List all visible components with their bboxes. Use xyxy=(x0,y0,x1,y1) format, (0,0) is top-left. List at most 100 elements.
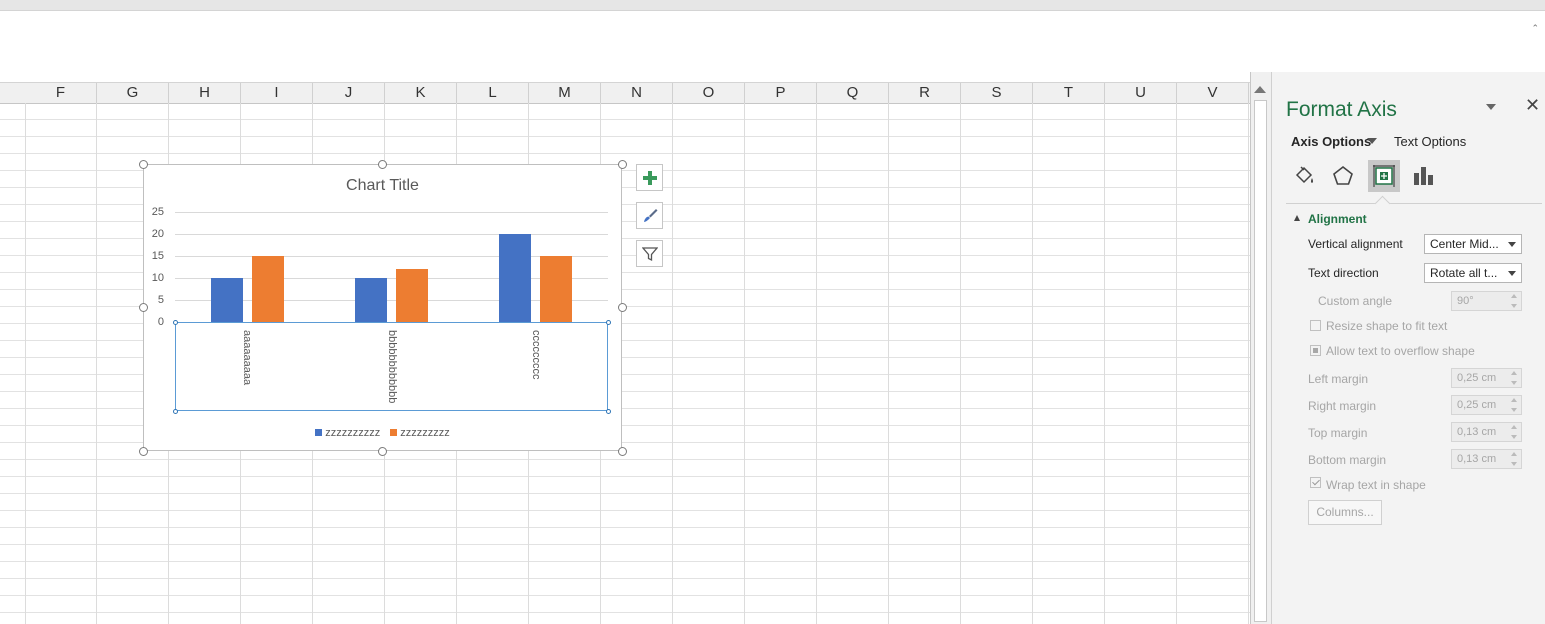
column-header-m[interactable]: M xyxy=(529,83,601,103)
expand-formula-bar-icon[interactable]: ⌃ xyxy=(1531,23,1539,34)
spin-down-icon[interactable] xyxy=(1511,435,1517,439)
bar-2-ccccccccc[interactable] xyxy=(540,256,572,322)
axis-options-dropdown-icon[interactable] xyxy=(1367,138,1377,144)
size-properties-tab[interactable] xyxy=(1368,160,1400,192)
wrap-text-checkbox[interactable] xyxy=(1310,477,1321,488)
left-margin-value: 0,25 cm xyxy=(1457,372,1497,384)
section-alignment[interactable]: Alignment xyxy=(1308,212,1367,226)
top-margin-stepper[interactable]: 0,13 cm xyxy=(1451,422,1522,442)
column-header-r[interactable]: R xyxy=(889,83,961,103)
axis-selection-handle[interactable] xyxy=(606,320,611,325)
right-margin-value: 0,25 cm xyxy=(1457,399,1497,411)
column-header-h[interactable]: H xyxy=(169,83,241,103)
effects-tab[interactable] xyxy=(1327,160,1359,192)
tab-text-options[interactable]: Text Options xyxy=(1394,134,1466,149)
resize-handle-bottom[interactable] xyxy=(378,447,387,456)
bar-2-bbbbbbbbbbbb[interactable] xyxy=(396,269,428,322)
category-label[interactable]: ccccccccc xyxy=(529,330,543,380)
column-header-f[interactable]: F xyxy=(25,83,97,103)
bar-1-ccccccccc[interactable] xyxy=(499,234,531,322)
axis-options-tab[interactable] xyxy=(1407,160,1439,192)
spin-down-icon[interactable] xyxy=(1511,462,1517,466)
resize-handle-bottom-right[interactable] xyxy=(618,447,627,456)
bar-1-aaaaaaaaa[interactable] xyxy=(211,278,243,322)
custom-angle-stepper[interactable]: 90° xyxy=(1451,291,1522,311)
spin-up-icon[interactable] xyxy=(1511,425,1517,429)
allow-overflow-checkbox[interactable] xyxy=(1310,345,1321,356)
chart-styles-button[interactable] xyxy=(636,202,663,229)
text-direction-dropdown[interactable]: Rotate all t... xyxy=(1424,263,1522,283)
column-header-p[interactable]: P xyxy=(745,83,817,103)
column-header-v[interactable]: V xyxy=(1177,83,1249,103)
legend-item[interactable]: zzzzzzzzz xyxy=(390,427,450,439)
chart-legend[interactable]: zzzzzzzzzz zzzzzzzzz xyxy=(144,427,621,439)
brush-icon xyxy=(643,208,657,222)
top-margin-label: Top margin xyxy=(1308,426,1368,440)
column-header-o[interactable]: O xyxy=(673,83,745,103)
y-tick-label[interactable]: 15 xyxy=(144,250,164,262)
vertical-alignment-dropdown[interactable]: Center Mid... xyxy=(1424,234,1522,254)
resize-shape-checkbox[interactable] xyxy=(1310,320,1321,331)
axis-selection-handle[interactable] xyxy=(606,409,611,414)
pane-title: Format Axis xyxy=(1286,98,1397,121)
spin-up-icon[interactable] xyxy=(1511,294,1517,298)
funnel-icon xyxy=(641,246,658,261)
category-label[interactable]: aaaaaaaaa xyxy=(240,330,254,385)
column-header-j[interactable]: J xyxy=(313,83,385,103)
pentagon-icon xyxy=(1333,165,1353,185)
left-margin-stepper[interactable]: 0,25 cm xyxy=(1451,368,1522,388)
vertical-scrollbar[interactable] xyxy=(1250,72,1272,624)
bar-2-aaaaaaaaa[interactable] xyxy=(252,256,284,322)
legend-swatch xyxy=(390,429,398,436)
legend-item[interactable]: zzzzzzzzzz xyxy=(315,427,380,439)
pane-divider xyxy=(1286,203,1542,204)
fill-line-tab[interactable] xyxy=(1288,160,1320,192)
y-tick-label[interactable]: 20 xyxy=(144,228,164,240)
resize-handle-top-right[interactable] xyxy=(618,160,627,169)
column-header-k[interactable]: K xyxy=(385,83,457,103)
spin-down-icon[interactable] xyxy=(1511,304,1517,308)
column-header-l[interactable]: L xyxy=(457,83,529,103)
pane-options-chevron-icon[interactable] xyxy=(1486,104,1496,110)
axis-selection-handle[interactable] xyxy=(173,409,178,414)
resize-handle-top[interactable] xyxy=(378,160,387,169)
column-header-u[interactable]: U xyxy=(1105,83,1177,103)
chart-filters-button[interactable] xyxy=(636,240,663,267)
spin-up-icon[interactable] xyxy=(1511,398,1517,402)
legend-label: zzzzzzzzz xyxy=(400,427,450,439)
column-header-i[interactable]: I xyxy=(241,83,313,103)
left-margin-label: Left margin xyxy=(1308,372,1369,386)
bottom-margin-stepper[interactable]: 0,13 cm xyxy=(1451,449,1522,469)
collapse-section-icon[interactable] xyxy=(1294,215,1300,221)
y-tick-label[interactable]: 25 xyxy=(144,206,164,218)
resize-handle-bottom-left[interactable] xyxy=(139,447,148,456)
spin-down-icon[interactable] xyxy=(1511,381,1517,385)
scrollbar-thumb[interactable] xyxy=(1254,100,1267,622)
scroll-up-icon[interactable] xyxy=(1254,86,1266,93)
axis-selection-handle[interactable] xyxy=(173,320,178,325)
close-icon[interactable]: ✕ xyxy=(1525,96,1540,114)
formula-bar[interactable]: ⌃ xyxy=(0,11,1545,73)
resize-handle-top-left[interactable] xyxy=(139,160,148,169)
resize-handle-right[interactable] xyxy=(618,303,627,312)
spin-up-icon[interactable] xyxy=(1511,452,1517,456)
y-tick-label[interactable]: 10 xyxy=(144,272,164,284)
right-margin-stepper[interactable]: 0,25 cm xyxy=(1451,395,1522,415)
column-header-n[interactable]: N xyxy=(601,83,673,103)
column-header-g[interactable]: G xyxy=(97,83,169,103)
column-header-t[interactable]: T xyxy=(1033,83,1105,103)
columns-button[interactable]: Columns... xyxy=(1308,500,1382,525)
resize-handle-left[interactable] xyxy=(139,303,148,312)
plot-area[interactable]: 0 5 10 15 20 25 aaaaaaaaa bbbbbbbbbbbb ccccccccc xyxy=(144,165,621,450)
chart-elements-button[interactable] xyxy=(636,164,663,191)
category-label[interactable]: bbbbbbbbbbbb xyxy=(385,330,399,403)
chart-object[interactable]: Chart Title 0 5 10 15 20 25 aaaaaaaaa bbbbbbbbb… xyxy=(143,164,622,451)
y-tick-label[interactable]: 0 xyxy=(144,316,164,328)
spin-down-icon[interactable] xyxy=(1511,408,1517,412)
chevron-down-icon xyxy=(1508,271,1516,276)
column-header-s[interactable]: S xyxy=(961,83,1033,103)
bar-1-bbbbbbbbbbbb[interactable] xyxy=(355,278,387,322)
tab-axis-options[interactable]: Axis Options xyxy=(1291,134,1371,149)
column-header-q[interactable]: Q xyxy=(817,83,889,103)
spin-up-icon[interactable] xyxy=(1511,371,1517,375)
